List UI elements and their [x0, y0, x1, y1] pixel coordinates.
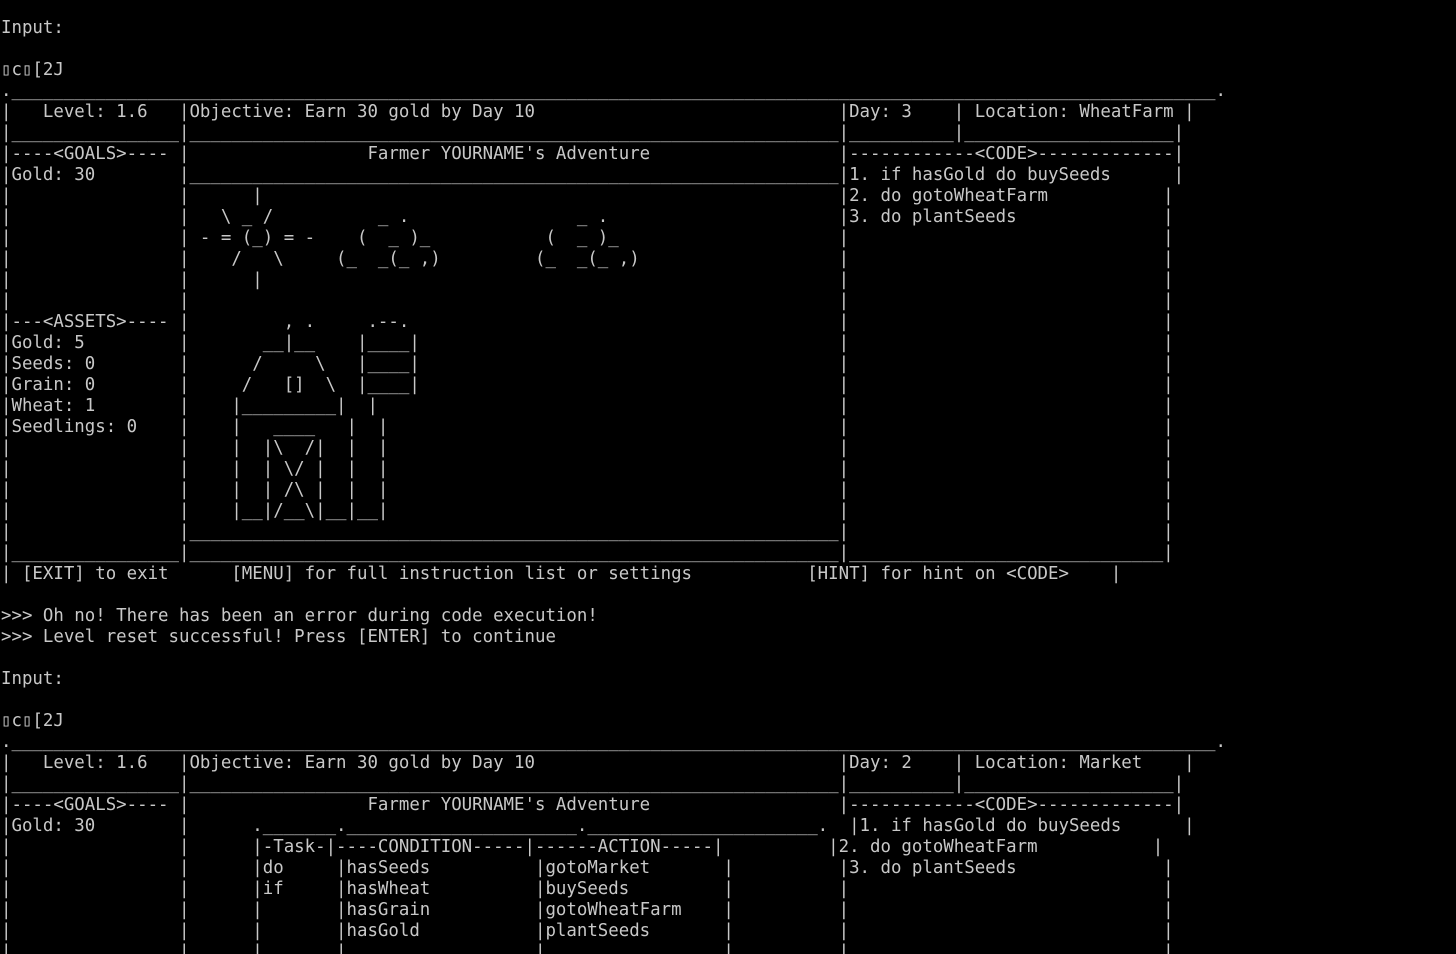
- terminal-window[interactable]: Input: ▯c▯[2J .___________________________…: [0, 0, 1456, 954]
- terminal-line-frame: |________________|______________________…: [1, 123, 1185, 143]
- terminal-line-table: | | | |hasGold |plantSeeds | | |: [1, 921, 1174, 941]
- terminal-line-art: |Grain: 0 | / [] \ |____| | |: [1, 375, 1174, 395]
- terminal-line-art: | | \ _ / _ . _ . |3. do plantSeeds |: [1, 207, 1174, 227]
- terminal-line-art: |Seeds: 0 | / \ |____| | |: [1, 354, 1174, 374]
- terminal-line-art: | | | | \/ | | | | |: [1, 459, 1174, 479]
- terminal-line-frame: |----<GOALS>---- | Farmer YOURNAME's Adv…: [1, 144, 1185, 164]
- terminal-line-header: | Level: 1.6 |Objective: Earn 30 gold by…: [1, 753, 1195, 773]
- terminal-line-table: |Gold: 30 | ._______.___________________…: [1, 816, 1195, 836]
- terminal-line-escape-sequence: ▯c▯[2J: [1, 711, 64, 731]
- terminal-line-escape-sequence: ▯c▯[2J: [1, 60, 64, 80]
- terminal-line-message: >>> Level reset successful! Press [ENTER…: [1, 627, 556, 647]
- terminal-line-table: | | | |hasGrain |gotoWheatFarm | | |: [1, 900, 1174, 920]
- terminal-line-table: | | |do |hasSeeds |gotoMarket | |3. do p…: [1, 858, 1174, 878]
- terminal-line-border: ._______________________________________…: [1, 732, 1226, 752]
- terminal-line-footer: | [EXIT] to exit [MENU] for full instruc…: [1, 564, 1122, 584]
- terminal-line-art: | | | |2. do gotoWheatFarm |: [1, 186, 1174, 206]
- terminal-line-art: |Seedlings: 0 | | ____ | | | |: [1, 417, 1174, 437]
- terminal-line-frame: |Gold: 30 |_____________________________…: [1, 165, 1185, 185]
- terminal-line-frame: |________________|______________________…: [1, 543, 1174, 563]
- terminal-line-art: | | |__|/__\|__|__| | |: [1, 501, 1174, 521]
- terminal-line-art: |---<ASSETS>---- | , . .--. | |: [1, 312, 1174, 332]
- terminal-line-border: ._______________________________________…: [1, 81, 1226, 101]
- terminal-line-table: | | |-Task-|----CONDITION-----|------ACT…: [1, 837, 1164, 857]
- terminal-line-prompt: Input:: [1, 669, 64, 689]
- terminal-line-art: | | - = (_) = - ( _ )_ ( _ )_ | |: [1, 228, 1174, 248]
- terminal-line-table: | | | | | | | |: [1, 942, 1174, 954]
- terminal-line-art: | | / \ (_ _(_ ,) (_ _(_ ,) | |: [1, 249, 1174, 269]
- terminal-line-art: | | | |: [1, 291, 1174, 311]
- terminal-line-frame: | |_____________________________________…: [1, 522, 1174, 542]
- terminal-line-art: |Gold: 5 | __|__ |____| | |: [1, 333, 1174, 353]
- terminal-line-art: | | | | /\ | | | | |: [1, 480, 1174, 500]
- terminal-line-art: | | | |\ /| | | | |: [1, 438, 1174, 458]
- terminal-line-table: | | |if |hasWheat |buySeeds | | |: [1, 879, 1174, 899]
- terminal-line-frame: |________________|______________________…: [1, 774, 1185, 794]
- terminal-line-prompt: Input:: [1, 18, 64, 38]
- terminal-line-art: | | | | |: [1, 270, 1174, 290]
- terminal-line-header: | Level: 1.6 |Objective: Earn 30 gold by…: [1, 102, 1195, 122]
- terminal-line-frame: |----<GOALS>---- | Farmer YOURNAME's Adv…: [1, 795, 1185, 815]
- terminal-line-art: |Wheat: 1 | |_________| | | |: [1, 396, 1174, 416]
- terminal-line-message: >>> Oh no! There has been an error durin…: [1, 606, 598, 626]
